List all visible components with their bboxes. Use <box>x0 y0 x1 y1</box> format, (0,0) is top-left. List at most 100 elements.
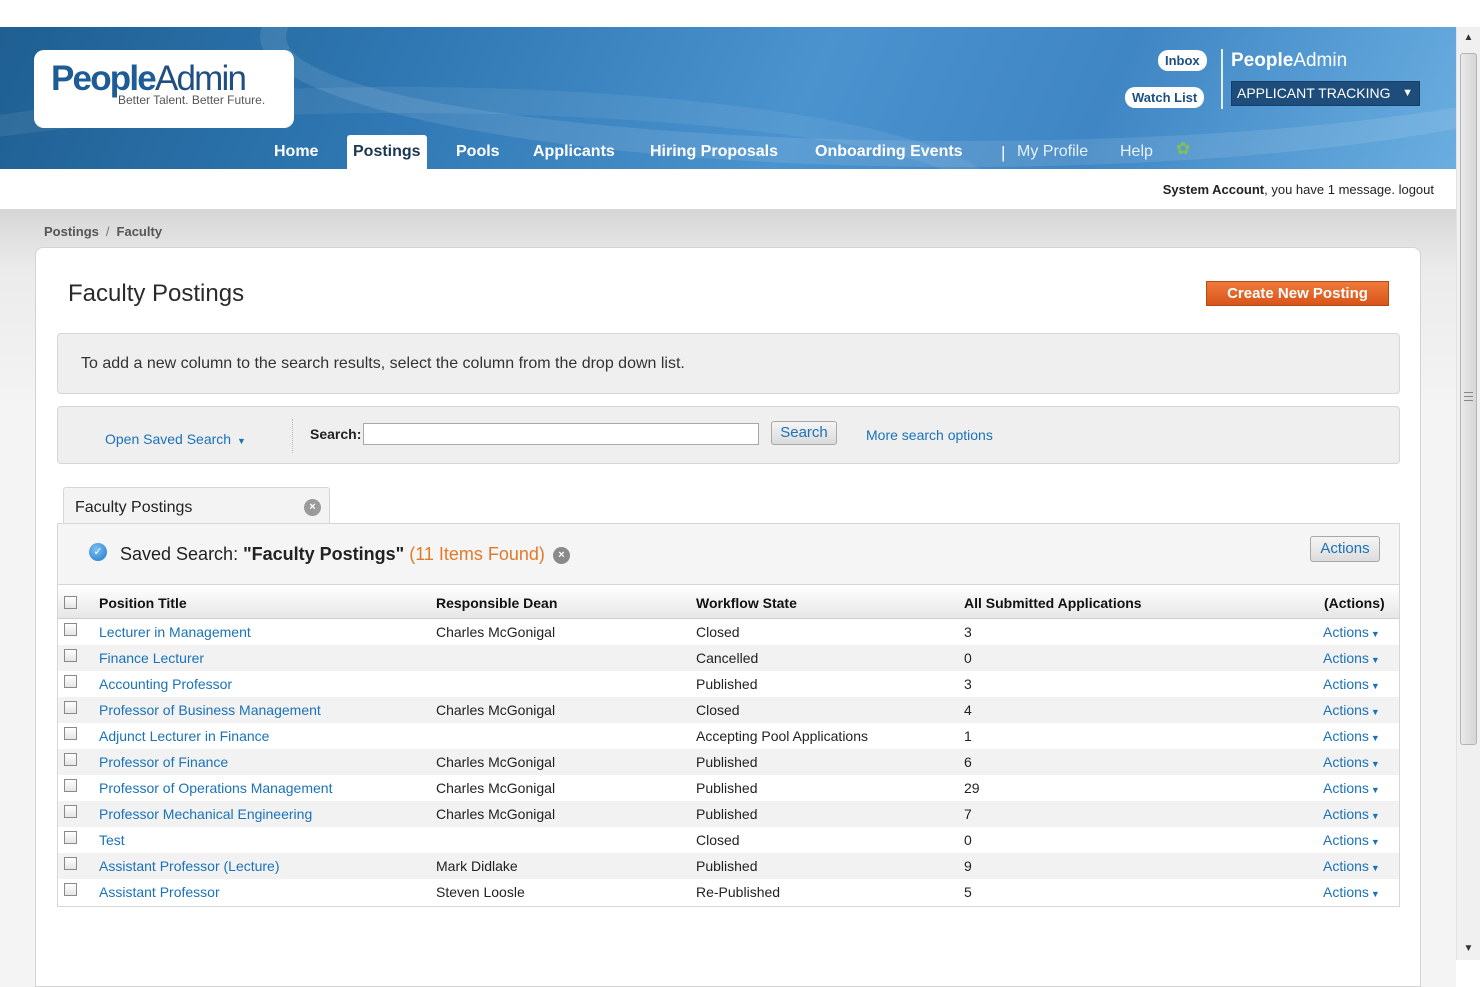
scroll-up-arrow-icon[interactable]: ▲ <box>1457 27 1480 49</box>
chevron-down-icon: ▼ <box>1370 785 1380 795</box>
nav-hiring-proposals[interactable]: Hiring Proposals <box>650 143 778 169</box>
submitted-applications-cell: 4 <box>964 702 972 718</box>
position-title-link[interactable]: Accounting Professor <box>99 676 232 692</box>
row-checkbox[interactable] <box>64 623 77 636</box>
bulk-actions-button[interactable]: Actions <box>1310 536 1380 562</box>
position-title-link[interactable]: Professor of Operations Management <box>99 780 332 796</box>
row-checkbox[interactable] <box>64 805 77 818</box>
row-checkbox[interactable] <box>64 649 77 662</box>
row-actions-link[interactable]: Actions ▼ <box>1323 650 1380 666</box>
workflow-state-cell: Re-Published <box>696 884 781 900</box>
row-checkbox[interactable] <box>64 727 77 740</box>
nav-postings[interactable]: Postings <box>347 135 427 169</box>
main-nav: Home Postings Pools Applicants Hiring Pr… <box>0 135 1456 169</box>
nav-onboarding-events[interactable]: Onboarding Events <box>815 143 963 169</box>
responsible-dean-cell: Charles McGonigal <box>436 806 556 822</box>
module-select-value: APPLICANT TRACKING <box>1237 85 1391 101</box>
inbox-button[interactable]: Inbox <box>1158 50 1207 71</box>
row-actions-link[interactable]: Actions ▼ <box>1323 702 1380 718</box>
position-title-link[interactable]: Professor of Finance <box>99 754 228 770</box>
row-checkbox[interactable] <box>64 883 77 896</box>
row-actions-link[interactable]: Actions ▼ <box>1323 728 1380 744</box>
scroll-down-arrow-icon[interactable]: ▼ <box>1457 938 1480 960</box>
table-body: Lecturer in Management Charles McGonigal C… <box>58 619 1399 905</box>
nav-applicants[interactable]: Applicants <box>533 143 615 169</box>
position-title-link[interactable]: Assistant Professor <box>99 884 220 900</box>
workflow-state-cell: Closed <box>696 702 740 718</box>
position-title-link[interactable]: Assistant Professor (Lecture) <box>99 858 280 874</box>
submitted-applications-cell: 5 <box>964 884 972 900</box>
row-actions-link[interactable]: Actions ▼ <box>1323 884 1380 900</box>
submitted-applications-cell: 3 <box>964 676 972 692</box>
breadcrumb-postings[interactable]: Postings <box>44 224 99 239</box>
module-select[interactable]: APPLICANT TRACKING ▼ <box>1231 81 1420 106</box>
row-actions-link[interactable]: Actions ▼ <box>1323 806 1380 822</box>
position-title-link[interactable]: Professor of Business Management <box>99 702 321 718</box>
nav-home[interactable]: Home <box>274 143 318 169</box>
logo[interactable]: PeopleAdmin Better Talent. Better Future… <box>34 50 294 128</box>
table-row: Professor of Operations Management Charle… <box>58 775 1399 801</box>
search-divider <box>292 419 293 453</box>
chevron-down-icon: ▼ <box>1370 655 1380 665</box>
position-title-link[interactable]: Test <box>99 832 125 848</box>
breadcrumb: Postings / Faculty <box>44 224 162 239</box>
nav-pools[interactable]: Pools <box>456 143 500 169</box>
row-checkbox[interactable] <box>64 857 77 870</box>
tab-faculty-postings[interactable]: Faculty Postings × <box>63 487 330 524</box>
row-checkbox[interactable] <box>64 753 77 766</box>
position-title-link[interactable]: Finance Lecturer <box>99 650 204 666</box>
column-header-workflow-state[interactable]: Workflow State <box>696 595 797 611</box>
workflow-state-cell: Closed <box>696 624 740 640</box>
row-checkbox[interactable] <box>64 675 77 688</box>
row-actions-link[interactable]: Actions ▼ <box>1323 832 1380 848</box>
row-actions-link[interactable]: Actions ▼ <box>1323 780 1380 796</box>
submitted-applications-cell: 7 <box>964 806 972 822</box>
chevron-down-icon: ▼ <box>1370 629 1380 639</box>
vertical-scrollbar[interactable]: ▲ ▼ <box>1456 27 1480 960</box>
chevron-down-icon: ▼ <box>1370 863 1380 873</box>
chevron-down-icon: ▼ <box>236 436 246 446</box>
close-icon[interactable]: × <box>553 547 570 564</box>
responsible-dean-cell: Steven Loosle <box>436 884 525 900</box>
account-name[interactable]: System Account <box>1163 182 1264 197</box>
chevron-down-icon: ▼ <box>1370 681 1380 691</box>
nav-help[interactable]: Help <box>1120 143 1153 169</box>
position-title-link[interactable]: Lecturer in Management <box>99 624 251 640</box>
row-checkbox[interactable] <box>64 831 77 844</box>
position-title-link[interactable]: Adjunct Lecturer in Finance <box>99 728 269 744</box>
close-icon[interactable]: × <box>304 499 321 516</box>
column-header-responsible-dean[interactable]: Responsible Dean <box>436 595 557 611</box>
position-title-link[interactable]: Professor Mechanical Engineering <box>99 806 312 822</box>
breadcrumb-separator: / <box>105 224 110 239</box>
saved-search-summary: Saved Search: "Faculty Postings" (11 Ite… <box>120 544 545 564</box>
nav-my-profile[interactable]: My Profile <box>1017 143 1088 169</box>
responsible-dean-cell: Charles McGonigal <box>436 624 556 640</box>
row-actions-link[interactable]: Actions ▼ <box>1323 858 1380 874</box>
submitted-applications-cell: 6 <box>964 754 972 770</box>
gear-icon[interactable]: ✿ <box>1176 140 1194 158</box>
create-new-posting-button[interactable]: Create New Posting <box>1206 281 1389 306</box>
watch-list-button[interactable]: Watch List <box>1125 87 1205 108</box>
logout-link[interactable]: logout <box>1399 182 1434 197</box>
row-checkbox[interactable] <box>64 701 77 714</box>
chevron-down-icon: ▼ <box>1370 811 1380 821</box>
table-row: Accounting Professor Published 3 Actions ▼ <box>58 671 1399 697</box>
column-header-position-title[interactable]: Position Title <box>99 595 187 611</box>
column-header-submitted-applications[interactable]: All Submitted Applications <box>964 595 1142 611</box>
search-button[interactable]: Search <box>771 421 837 445</box>
row-actions-link[interactable]: Actions ▼ <box>1323 754 1380 770</box>
info-text: To add a new column to the search result… <box>81 355 685 372</box>
table-row: Test Closed 0 Actions ▼ <box>58 827 1399 853</box>
row-actions-link[interactable]: Actions ▼ <box>1323 676 1380 692</box>
scrollbar-thumb[interactable] <box>1460 53 1477 745</box>
main-panel: Faculty Postings Create New Posting To a… <box>35 247 1421 987</box>
search-input[interactable] <box>363 423 759 445</box>
grip-icon <box>1464 392 1473 401</box>
select-all-checkbox[interactable] <box>64 596 77 609</box>
row-actions-link[interactable]: Actions ▼ <box>1323 624 1380 640</box>
row-checkbox[interactable] <box>64 779 77 792</box>
table-row: Professor of Business Management Charles … <box>58 697 1399 723</box>
open-saved-search-link[interactable]: Open Saved Search ▼ <box>105 431 246 447</box>
more-search-options-link[interactable]: More search options <box>866 427 993 443</box>
submitted-applications-cell: 29 <box>964 780 980 796</box>
